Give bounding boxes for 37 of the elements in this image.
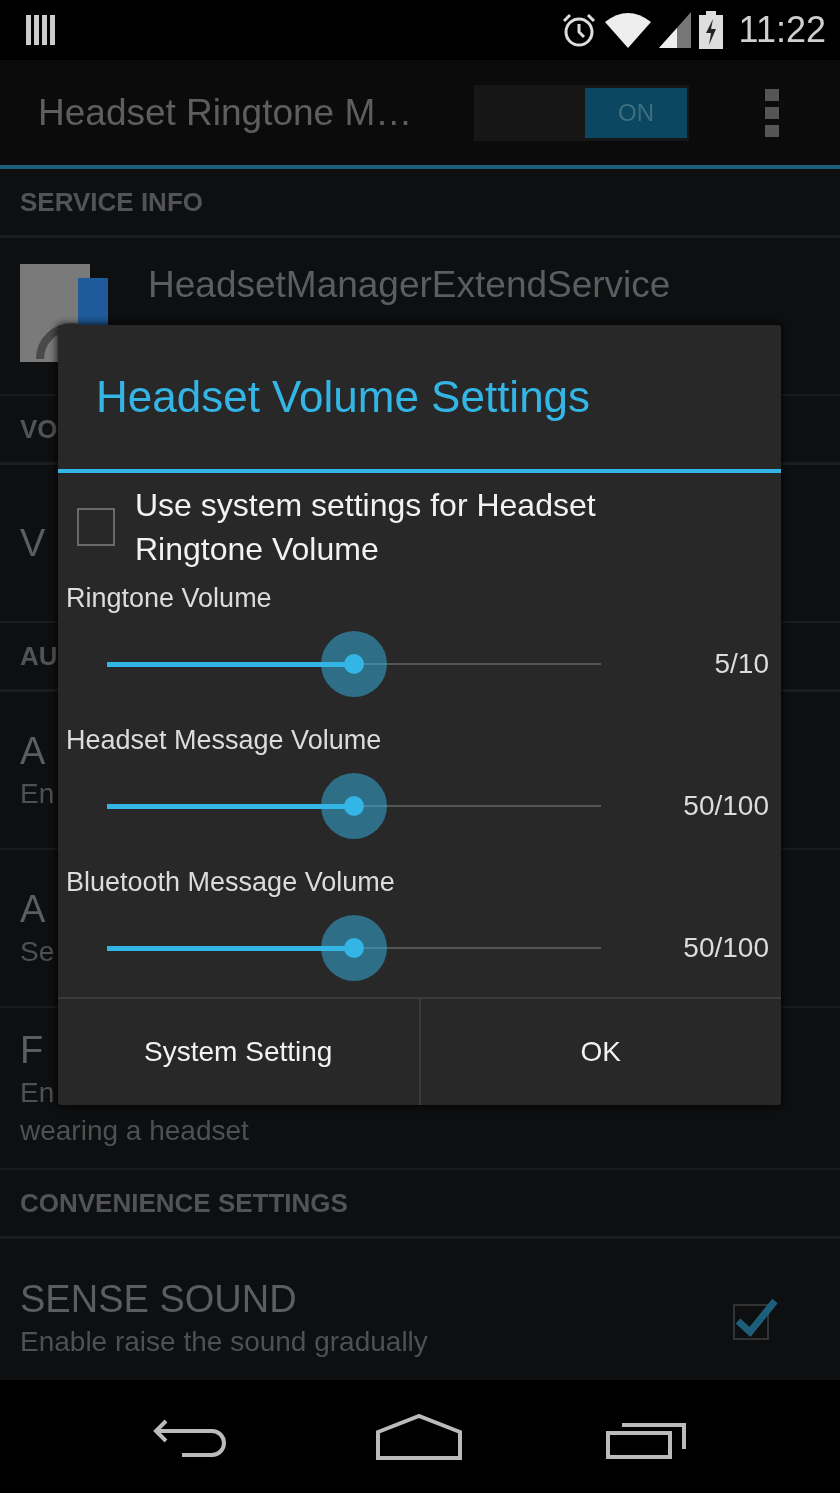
- volume-reading: 5/10: [713, 648, 769, 680]
- section-header: CONVENIENCE SETTINGS: [20, 1187, 348, 1219]
- item-title: V: [20, 521, 46, 566]
- volume-reading: 50/100: [682, 790, 769, 822]
- slider-label: Bluetooth Message Volume: [65, 866, 396, 899]
- item-title: SENSE SOUND: [20, 1277, 297, 1322]
- clock: 11:22: [738, 9, 826, 51]
- slider-label: Ringtone Volume: [65, 582, 273, 615]
- checkbox-label: Use system settings for Headset Ringtone Volume: [135, 486, 597, 569]
- notification-icon: [26, 13, 56, 47]
- signal-icon: [658, 12, 691, 48]
- volume-reading: 50/100: [682, 932, 769, 964]
- item-summary: Enable raise the sound gradually: [20, 1325, 428, 1359]
- slider-label: Headset Message Volume: [65, 724, 383, 757]
- dialog-button[interactable]: OK: [418, 999, 781, 1105]
- wifi-icon: [604, 12, 651, 48]
- section-header: SERVICE INFO: [20, 186, 203, 218]
- item-summary: En: [20, 1076, 55, 1110]
- home-icon[interactable]: [376, 1413, 462, 1460]
- battery-icon: [698, 11, 723, 49]
- section-header: VO: [20, 413, 58, 445]
- item-title: F: [20, 1028, 44, 1073]
- checkbox[interactable]: [77, 508, 115, 546]
- service-name: HeadsetManagerExtendService: [148, 264, 671, 306]
- volume-slider[interactable]: [107, 915, 601, 981]
- volume-slider[interactable]: [107, 631, 601, 697]
- item-title: A: [20, 887, 46, 932]
- list-item[interactable]: SENSE SOUND Enable raise the sound gradually: [0, 1239, 840, 1384]
- item-title: A: [20, 729, 46, 774]
- item-summary: wearing a headset: [20, 1114, 249, 1148]
- item-summary: En: [20, 777, 55, 811]
- alarm-icon: [560, 12, 597, 48]
- app-title: Headset Ringtone M…: [38, 91, 414, 134]
- item-summary: Se: [20, 935, 55, 969]
- volume-slider[interactable]: [107, 773, 601, 839]
- overflow-menu-icon[interactable]: [765, 88, 779, 137]
- section-header: AU: [20, 640, 58, 672]
